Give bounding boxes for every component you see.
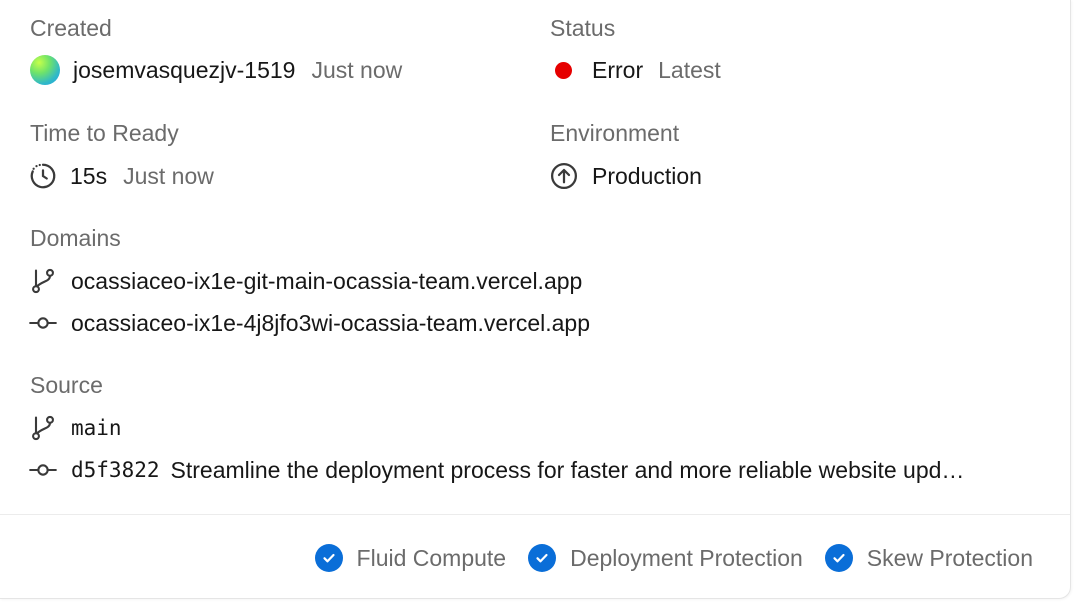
arrow-up-circle-icon: [549, 161, 579, 191]
feature-deployment-protection[interactable]: Deployment Protection: [528, 544, 803, 572]
domain-item[interactable]: ocassiaceo-ix1e-git-main-ocassia-team.ve…: [29, 265, 582, 297]
check-circle-icon: [528, 544, 557, 572]
avatar[interactable]: [30, 55, 60, 85]
divider: [0, 514, 1070, 515]
features-bar: Fluid Compute Deployment Protection Skew…: [293, 540, 1033, 576]
feature-label: Deployment Protection: [570, 544, 803, 571]
time-to-ready-time: Just now: [123, 162, 214, 189]
error-status-dot: [555, 61, 572, 79]
domain-link[interactable]: ocassiaceo-ix1e-4j8jfo3wi-ocassia-team.v…: [71, 310, 590, 337]
domain-link[interactable]: ocassiaceo-ix1e-git-main-ocassia-team.ve…: [71, 268, 582, 295]
time-to-ready-row: 15s Just now: [28, 160, 214, 192]
check-circle-icon: [314, 544, 343, 572]
commit-hash[interactable]: d5f3822: [71, 458, 160, 482]
domain-item[interactable]: ocassiaceo-ix1e-4j8jfo3wi-ocassia-team.v…: [29, 307, 590, 339]
git-commit-icon: [29, 456, 57, 484]
source-commit-row[interactable]: d5f3822 Streamline the deployment proces…: [29, 454, 1044, 486]
git-commit-icon: [29, 309, 57, 337]
status-value: Error: [592, 56, 644, 83]
time-to-ready-value: 15s: [70, 162, 108, 189]
created-label: Created: [30, 15, 112, 41]
git-branch-icon: [29, 414, 57, 442]
source-branch[interactable]: main: [71, 416, 122, 440]
git-branch-icon: [29, 267, 57, 295]
environment-value: Production: [592, 162, 702, 189]
time-to-ready-label: Time to Ready: [30, 120, 179, 146]
deployment-details-card: Created josemvasquezjv-1519 Just now Sta…: [0, 0, 1071, 599]
status-row: Error Latest: [555, 54, 721, 86]
status-label: Status: [550, 15, 616, 41]
created-time: Just now: [311, 56, 403, 83]
domains-label: Domains: [30, 225, 121, 251]
created-row: josemvasquezjv-1519 Just now: [30, 54, 402, 86]
source-label: Source: [30, 372, 103, 398]
feature-label: Skew Protection: [866, 544, 1033, 571]
source-branch-row[interactable]: main: [29, 412, 122, 444]
created-user-link[interactable]: josemvasquezjv-1519: [73, 57, 295, 84]
commit-message: Streamline the deployment process for fa…: [170, 456, 965, 483]
environment-label: Environment: [550, 120, 680, 146]
feature-fluid-compute[interactable]: Fluid Compute: [314, 544, 507, 572]
feature-label: Fluid Compute: [356, 544, 507, 571]
timer-icon: [28, 161, 58, 191]
environment-row: Production: [549, 160, 702, 192]
check-circle-icon: [824, 544, 853, 572]
status-tag: Latest: [658, 56, 721, 83]
feature-skew-protection[interactable]: Skew Protection: [824, 544, 1033, 572]
